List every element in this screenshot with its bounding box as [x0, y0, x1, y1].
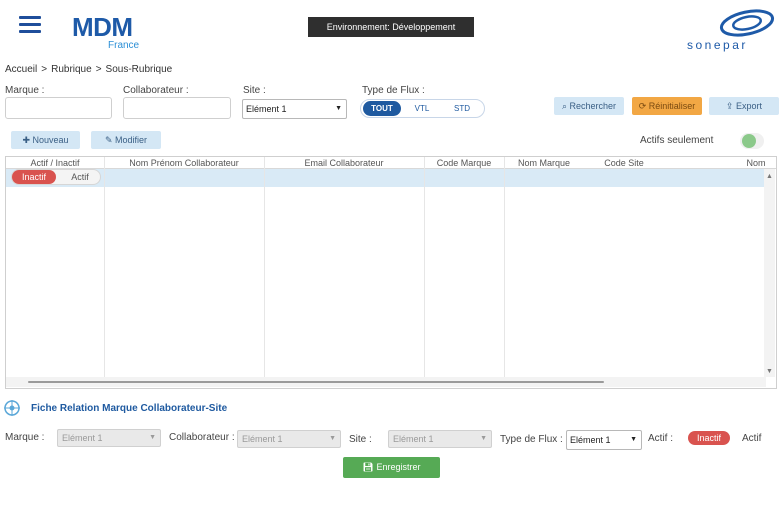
vertical-scrollbar[interactable]: ▲ ▼ [764, 169, 775, 377]
form-actif-label: Actif : [648, 433, 674, 444]
form-status-inactif[interactable]: Inactif [688, 431, 730, 445]
reset-button-label: Réinitialiser [648, 101, 696, 111]
chevron-down-icon: ▼ [630, 436, 637, 443]
export-button[interactable]: ⇪ Export [709, 97, 779, 115]
chevron-down-icon: ▼ [480, 435, 487, 442]
column-header-code-site[interactable]: Code Site [584, 157, 664, 169]
breadcrumb-rubrique[interactable]: Rubrique [51, 64, 92, 75]
marque-filter-input[interactable] [5, 97, 112, 119]
save-button-label: Enregistrer [376, 462, 421, 472]
form-marque-select: Elément 1 ▼ [57, 429, 161, 447]
form-collaborateur-select: Elément 1 ▼ [237, 430, 341, 448]
grid-header: Actif / Inactif Nom Prénom Collaborateur… [6, 157, 776, 169]
search-button-label: Rechercher [569, 101, 617, 111]
row-status-actif[interactable]: Actif [62, 170, 98, 184]
breadcrumb-separator: > [95, 64, 102, 75]
column-header-nom-marque[interactable]: Nom Marque [504, 157, 584, 169]
brand-name: sonepar [687, 38, 748, 52]
flux-option-vtl[interactable]: VTL [403, 101, 441, 116]
form-flux-select[interactable]: Elément 1 ▼ [566, 430, 642, 450]
plus-icon: ✚ [22, 135, 33, 145]
flux-option-tout[interactable]: TOUT [363, 101, 401, 116]
table-row[interactable] [6, 169, 766, 187]
search-icon: ⌕ [561, 101, 570, 111]
scroll-up-icon[interactable]: ▲ [766, 173, 773, 180]
form-site-value: Elément 1 [393, 434, 434, 444]
form-flux-value: Elément 1 [570, 435, 611, 445]
new-button[interactable]: ✚ Nouveau [11, 131, 80, 149]
horizontal-scroll-thumb[interactable] [28, 381, 604, 383]
site-filter-select[interactable]: Elément 1 ▼ [242, 99, 347, 119]
menu-icon[interactable] [19, 16, 41, 34]
column-divider [264, 157, 265, 382]
toggle-knob[interactable] [742, 134, 756, 148]
column-divider [104, 157, 105, 382]
form-title: Fiche Relation Marque Collaborateur-Site [31, 403, 228, 414]
edit-button-label: Modifier [115, 135, 148, 145]
scroll-down-icon[interactable]: ▼ [766, 368, 773, 375]
breadcrumb: Accueil > Rubrique > Sous-Rubrique [5, 64, 176, 75]
app-logo: MDM [72, 12, 133, 42]
site-filter-label: Site : [243, 85, 266, 96]
form-marque-label: Marque : [5, 432, 45, 443]
flux-filter-label: Type de Flux : [362, 85, 425, 96]
chevron-down-icon: ▼ [329, 435, 336, 442]
app-logo-subtitle: France [108, 40, 140, 51]
edit-button[interactable]: ✎ Modifier [91, 131, 161, 149]
chevron-down-icon: ▼ [149, 434, 156, 441]
flux-toggle-group: TOUT VTL STD [360, 99, 485, 118]
save-button[interactable]: 💾︎ Enregistrer [343, 457, 440, 478]
search-button[interactable]: ⌕ Rechercher [554, 97, 624, 115]
collaborateur-filter-label: Collaborateur : [123, 85, 189, 96]
refresh-icon: ⟳ [638, 101, 649, 111]
export-icon: ⇪ [725, 101, 737, 111]
sonepar-logo-icon [719, 9, 775, 37]
pencil-icon: ✎ [104, 135, 116, 145]
breadcrumb-separator: > [41, 64, 48, 75]
row-status-inactif[interactable]: Inactif [12, 170, 56, 184]
column-header-collaborateur[interactable]: Nom Prénom Collaborateur [104, 157, 264, 169]
marque-filter-label: Marque : [5, 85, 45, 96]
actifs-seulement-label: Actifs seulement [640, 135, 714, 146]
row-status-toggle[interactable]: Inactif Actif [11, 169, 101, 185]
export-button-label: Export [736, 101, 763, 111]
form-collaborateur-label: Collaborateur : [169, 432, 235, 443]
collaborateur-filter-input[interactable] [123, 97, 231, 119]
form-site-select: Elément 1 ▼ [388, 430, 492, 448]
column-header-actif[interactable]: Actif / Inactif [6, 157, 104, 169]
site-filter-value: Elément 1 [246, 104, 287, 114]
form-site-label: Site : [349, 434, 372, 445]
column-header-code-marque[interactable]: Code Marque [424, 157, 504, 169]
breadcrumb-sous-rubrique: Sous-Rubrique [105, 64, 173, 75]
column-divider [504, 157, 505, 382]
reset-button[interactable]: ⟳ Réinitialiser [632, 97, 702, 115]
breadcrumb-home[interactable]: Accueil [5, 64, 37, 75]
chevron-down-icon: ▼ [335, 105, 342, 112]
environment-badge: Environnement: Développement [308, 17, 474, 37]
form-flux-label: Type de Flux : [500, 434, 563, 445]
horizontal-scrollbar[interactable] [6, 377, 766, 387]
save-icon: 💾︎ [362, 462, 377, 472]
column-header-nom[interactable]: Nom [741, 157, 771, 169]
form-status-actif[interactable]: Actif [742, 433, 761, 444]
form-collaborateur-value: Elément 1 [242, 434, 283, 444]
data-grid: Actif / Inactif Nom Prénom Collaborateur… [5, 156, 777, 389]
relation-icon [4, 400, 20, 416]
form-marque-value: Elément 1 [62, 433, 103, 443]
new-button-label: Nouveau [32, 135, 69, 145]
flux-option-std[interactable]: STD [443, 101, 481, 116]
column-divider [424, 157, 425, 382]
column-header-email[interactable]: Email Collaborateur [264, 157, 424, 169]
